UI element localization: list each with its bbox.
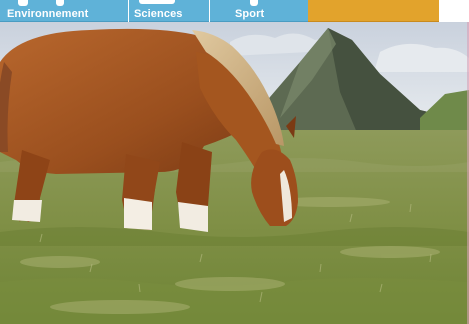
environment-icon-part [56, 0, 64, 6]
horse-front-sock [124, 198, 152, 230]
horse-front-sock-right [178, 202, 208, 232]
nav-item-sciences[interactable]: Sciences [129, 0, 209, 22]
sport-icon [250, 0, 258, 6]
environment-icon [18, 0, 28, 6]
category-nav: Environnement Sciences Sport [0, 0, 308, 22]
horse-rear-sock [12, 200, 42, 222]
sciences-icon [139, 0, 175, 4]
accent-tab[interactable] [308, 0, 439, 22]
nav-item-sport[interactable]: Sport [210, 0, 308, 22]
nav-item-label: Environnement [7, 8, 89, 20]
nav-item-label: Sport [235, 8, 265, 20]
photo-graphic [0, 22, 469, 324]
nav-item-environnement[interactable]: Environnement [0, 0, 128, 22]
horse-grazing-photo[interactable] [0, 22, 469, 324]
nav-item-label: Sciences [134, 8, 183, 20]
page: Environnement Sciences Sport [0, 0, 469, 324]
